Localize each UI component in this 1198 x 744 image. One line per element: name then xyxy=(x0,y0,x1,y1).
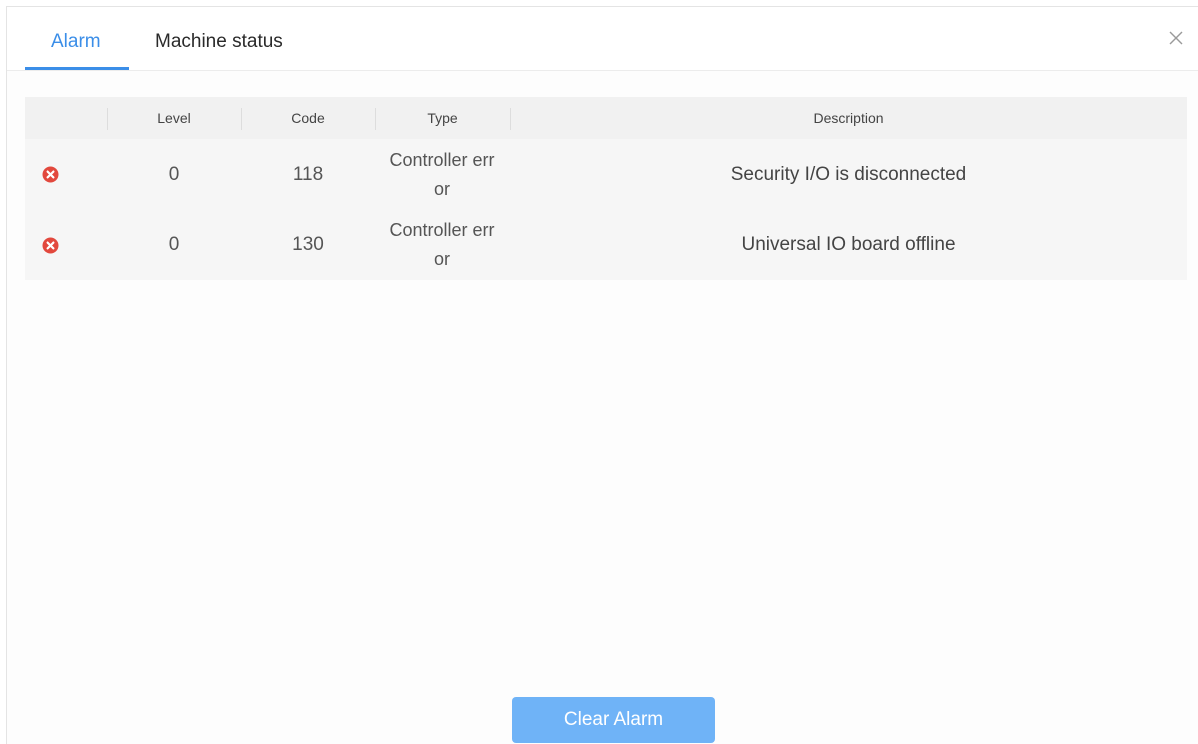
tab-machine-status[interactable]: Machine status xyxy=(155,31,283,53)
clear-alarm-button[interactable]: Clear Alarm xyxy=(512,697,715,743)
level-cell: 0 xyxy=(168,163,180,185)
tab-alarm[interactable]: Alarm xyxy=(51,31,101,53)
alarm-table: Level Code Type Description 0 118 Contro… xyxy=(25,97,1187,280)
header-level: Level xyxy=(157,110,191,126)
error-icon xyxy=(42,237,59,254)
error-icon xyxy=(42,166,59,183)
level-cell: 0 xyxy=(168,234,180,255)
description-cell: Security I/O is disconnected xyxy=(730,163,967,185)
header-code: Code xyxy=(291,110,325,126)
type-cell: Controller error xyxy=(389,220,495,269)
type-cell: Controller error xyxy=(389,149,495,199)
tab-bar: Alarm Machine status xyxy=(7,7,1198,71)
table-header: Level Code Type Description xyxy=(25,97,1187,139)
close-icon[interactable] xyxy=(1165,27,1187,49)
table-row[interactable]: 0 130 Controller error Universal IO boar… xyxy=(25,210,1187,280)
active-tab-indicator xyxy=(25,67,129,70)
description-cell: Universal IO board offline xyxy=(741,234,956,255)
code-cell: 118 xyxy=(292,163,324,185)
header-description: Description xyxy=(813,110,884,126)
header-icon xyxy=(25,97,107,139)
header-type: Type xyxy=(427,110,458,126)
alarm-dialog: Alarm Machine status Level Code Type Des… xyxy=(6,6,1198,744)
table-row[interactable]: 0 118 Controller error Security I/O is d… xyxy=(25,139,1187,210)
code-cell: 130 xyxy=(292,234,324,255)
